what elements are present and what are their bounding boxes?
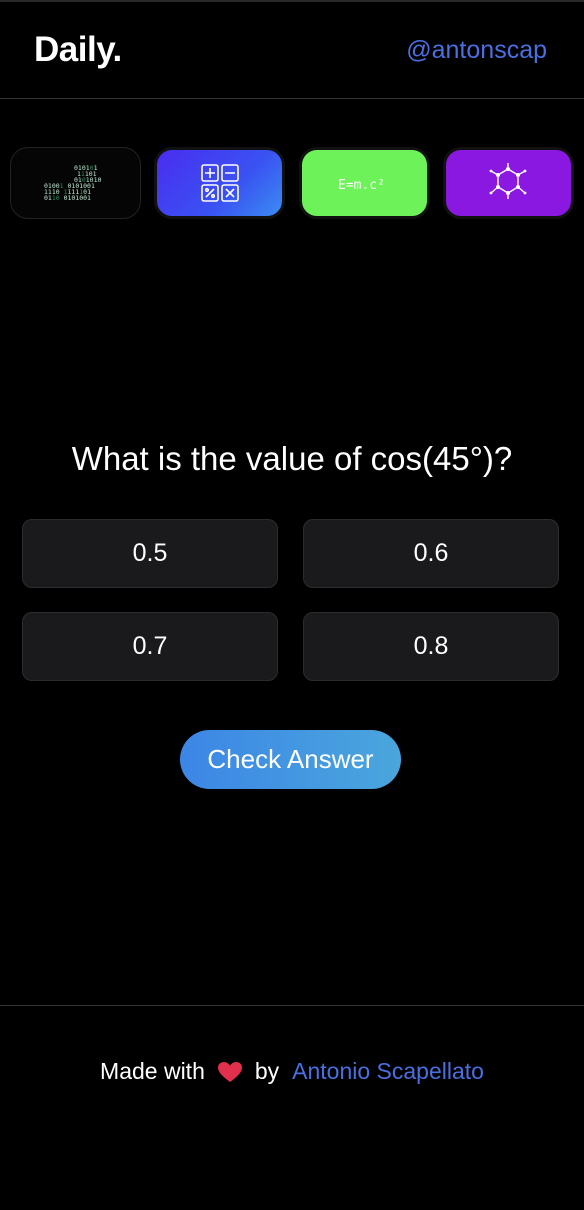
category-bar: 010101 11101 0101010 01001 0101001 1110 … <box>10 147 574 219</box>
quiz-question: What is the value of cos(45°)? <box>71 440 513 477</box>
footer-by: by <box>254 1058 280 1084</box>
category-math-button[interactable] <box>154 147 286 219</box>
heart-icon <box>217 1061 243 1083</box>
binary-code-icon: 010101 11101 0101010 01001 0101001 1110 … <box>44 164 101 202</box>
answer-option-4[interactable]: 0.8 <box>303 612 559 681</box>
svg-text:0110 0101001: 0110 0101001 <box>44 194 91 202</box>
math-operators-icon <box>201 164 239 202</box>
page: Daily. @antonscap 010101 11101 0101010 0… <box>0 0 584 1210</box>
author-name-link[interactable]: Antonio Scapellato <box>292 1058 484 1085</box>
footer-made-with: Made with <box>100 1058 205 1084</box>
formula-text: E=m.c² <box>338 178 385 193</box>
author-handle-link[interactable]: @antonscap <box>406 36 547 65</box>
answer-option-1[interactable]: 0.5 <box>22 519 278 588</box>
check-answer-button[interactable]: Check Answer <box>180 730 401 789</box>
molecule-icon <box>490 163 527 199</box>
category-physics-button[interactable]: E=m.c² <box>298 147 430 219</box>
answer-options: 0.5 0.6 0.7 0.8 <box>22 519 559 681</box>
header: Daily. @antonscap <box>0 2 584 99</box>
site-logo[interactable]: Daily. <box>34 30 122 70</box>
category-binary-button[interactable]: 010101 11101 0101010 01001 0101001 1110 … <box>10 147 141 219</box>
footer: Made with by Antonio Scapellato <box>0 1058 584 1085</box>
answer-option-3[interactable]: 0.7 <box>22 612 278 681</box>
category-chemistry-button[interactable] <box>442 147 574 219</box>
answer-option-2[interactable]: 0.6 <box>303 519 559 588</box>
emc2-formula-icon: E=m.c² <box>338 178 385 193</box>
footer-divider <box>0 1005 584 1006</box>
